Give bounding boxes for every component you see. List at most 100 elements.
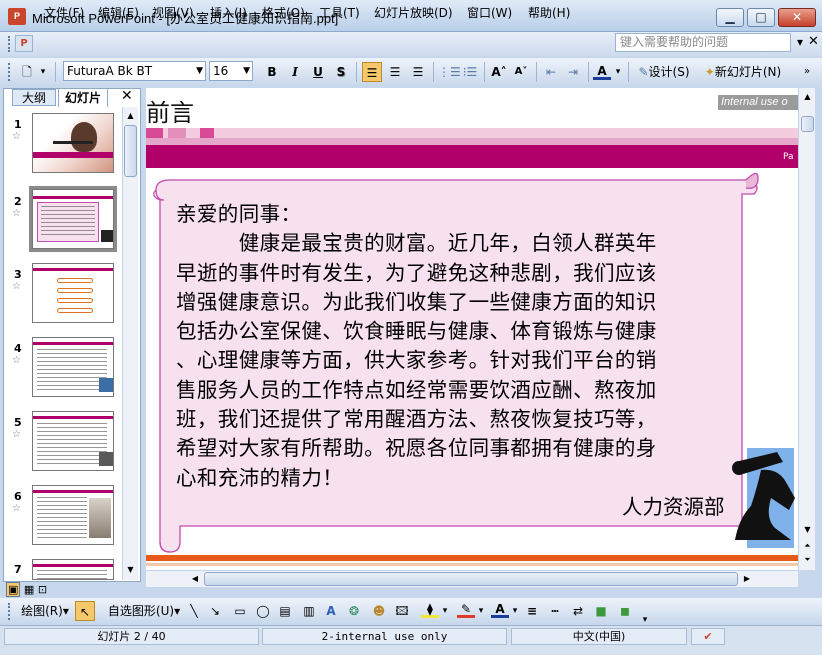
thumbnail-box bbox=[57, 298, 93, 303]
align-center-button[interactable]: ☰ bbox=[385, 62, 405, 82]
scroll-down-icon[interactable]: ▼ bbox=[801, 524, 814, 536]
menu-grip-icon[interactable] bbox=[8, 36, 11, 52]
autoshapes-menu-button[interactable]: 自选图形(U)▾ bbox=[104, 601, 184, 621]
vertical-text-box-icon[interactable]: ▥ bbox=[300, 601, 318, 621]
scroll-down-icon[interactable]: ▼ bbox=[124, 563, 137, 577]
slide-thumbnail-3[interactable] bbox=[32, 263, 114, 323]
help-search-input[interactable]: 键入需要帮助的问题 bbox=[615, 33, 791, 52]
underline-button[interactable]: U bbox=[309, 62, 327, 82]
menu-item[interactable]: 文件(F) bbox=[44, 4, 84, 21]
letter-line: 班，我们还提供了常用醒酒方法、熬夜恢复技巧等， bbox=[176, 407, 657, 432]
scroll-up-icon[interactable]: ▲ bbox=[801, 90, 814, 104]
tab-slides[interactable]: 幻灯片 bbox=[58, 88, 108, 107]
line-color-dropdown-icon[interactable]: ▾ bbox=[476, 601, 486, 621]
normal-view-icon[interactable]: ▣ bbox=[6, 582, 21, 597]
increase-font-size-icon[interactable]: A˄ bbox=[489, 62, 509, 82]
powerpoint-app-icon[interactable]: P bbox=[8, 8, 26, 25]
letter-line: 亲爱的同事： bbox=[176, 202, 302, 226]
decrease-font-size-icon[interactable]: A˅ bbox=[511, 62, 531, 82]
scroll-thumb[interactable] bbox=[801, 116, 814, 132]
minimize-button[interactable]: ▁ bbox=[716, 8, 744, 27]
decrease-indent-icon[interactable]: ⇤ bbox=[541, 62, 561, 82]
doc-close-icon[interactable]: ✕ bbox=[808, 34, 819, 49]
font-color-icon[interactable]: A bbox=[491, 601, 509, 618]
menu-item[interactable]: 编辑(E) bbox=[98, 4, 139, 21]
slide-thumbnail-6[interactable] bbox=[32, 485, 114, 545]
dash-style-icon[interactable]: ┅ bbox=[546, 601, 564, 621]
wordart-icon[interactable]: A bbox=[322, 601, 340, 621]
slides-pane-scrollbar[interactable]: ▲ ▼ bbox=[122, 107, 138, 580]
font-color-icon[interactable]: A bbox=[593, 62, 611, 80]
rectangle-tool-icon[interactable]: ▭ bbox=[231, 601, 249, 621]
toolbar-options-icon[interactable]: » bbox=[800, 62, 814, 82]
arrow-tool-icon[interactable]: ↘ bbox=[207, 601, 223, 621]
diagram-icon[interactable]: ❂ bbox=[345, 601, 363, 621]
menu-item[interactable]: 插入(I) bbox=[210, 4, 247, 21]
tab-outline[interactable]: 大纲 bbox=[12, 89, 56, 106]
slide-title[interactable]: 前言 bbox=[146, 93, 194, 128]
clip-art-icon[interactable]: ☻ bbox=[370, 601, 388, 621]
slide-thumbnail-4[interactable] bbox=[32, 337, 114, 397]
font-color-dropdown-icon[interactable]: ▾ bbox=[510, 601, 520, 621]
numbering-icon[interactable]: ⋮☰ bbox=[438, 62, 461, 82]
select-objects-icon[interactable]: ↖ bbox=[75, 601, 95, 621]
menu-item[interactable]: 窗口(W) bbox=[467, 4, 512, 21]
close-button[interactable]: ✕ bbox=[778, 8, 816, 27]
slide-canvas[interactable]: 前言 Internal use o Pa 亲爱的同事： 健康是最宝贵的财富。近几… bbox=[146, 88, 798, 570]
scroll-thumb[interactable] bbox=[204, 572, 738, 586]
slide-thumbnail-1[interactable] bbox=[32, 113, 114, 173]
scroll-thumb[interactable] bbox=[124, 125, 137, 177]
slide-show-view-icon[interactable]: ⊡ bbox=[38, 583, 47, 596]
oval-tool-icon[interactable]: ◯ bbox=[254, 601, 272, 621]
scroll-up-icon[interactable]: ▲ bbox=[124, 109, 137, 123]
line-tool-icon[interactable]: ╲ bbox=[186, 601, 202, 621]
next-slide-icon[interactable]: ⏷ bbox=[801, 554, 814, 566]
slide-horizontal-scrollbar[interactable]: ◀ ▶ bbox=[146, 570, 798, 587]
new-slide-button[interactable]: ✦新幻灯片(N) bbox=[697, 62, 789, 82]
fill-color-icon[interactable]: ⧫ bbox=[421, 601, 439, 618]
toolbar-grip-icon[interactable] bbox=[8, 63, 11, 81]
bullets-icon[interactable]: ⁝☰ bbox=[460, 62, 480, 82]
menu-item[interactable]: 视图(V) bbox=[152, 4, 194, 21]
draw-menu-button[interactable]: 绘图(R)▾ bbox=[18, 601, 72, 621]
align-left-button[interactable]: ☰ bbox=[362, 62, 382, 82]
slide-thumbnail-2[interactable] bbox=[29, 186, 117, 252]
insert-picture-icon[interactable]: 🖾 bbox=[393, 601, 411, 621]
slide-vertical-scrollbar[interactable]: ▲ ▼ ⏶ ⏷ bbox=[798, 88, 815, 570]
line-color-icon[interactable]: ✎ bbox=[457, 601, 475, 618]
menu-item[interactable]: 幻灯片放映(D) bbox=[374, 4, 453, 21]
help-dropdown-icon[interactable]: ▾ bbox=[797, 35, 803, 49]
slide-thumbnail-7[interactable] bbox=[32, 559, 114, 580]
document-icon[interactable]: P bbox=[15, 35, 33, 52]
toolbar-grip-icon[interactable] bbox=[8, 603, 11, 620]
increase-indent-icon[interactable]: ⇥ bbox=[563, 62, 583, 82]
font-size-select[interactable]: 16 ▼ bbox=[209, 61, 253, 81]
design-button[interactable]: ✎设计(S) bbox=[634, 62, 694, 82]
menu-item[interactable]: 工具(T) bbox=[319, 4, 360, 21]
align-right-button[interactable]: ☰ bbox=[408, 62, 428, 82]
maximize-button[interactable]: □ bbox=[747, 8, 775, 27]
spelling-status-icon[interactable]: ✔ bbox=[691, 628, 725, 645]
letter-body[interactable]: 亲爱的同事： 健康是最宝贵的财富。近几年，白领人群英年 早逝的事件时有发生，为了… bbox=[176, 200, 760, 493]
menu-item[interactable]: 帮助(H) bbox=[528, 4, 570, 21]
new-document-dropdown-icon[interactable]: ▾ bbox=[38, 62, 48, 82]
new-document-icon[interactable]: 🗋 bbox=[18, 62, 36, 82]
font-name-select[interactable]: FuturaA Bk BT ▼ bbox=[63, 61, 206, 81]
slide-sorter-view-icon[interactable]: ▦ bbox=[24, 583, 34, 596]
previous-slide-icon[interactable]: ⏶ bbox=[801, 540, 814, 552]
slide-thumbnail-5[interactable] bbox=[32, 411, 114, 471]
scroll-right-icon[interactable]: ▶ bbox=[740, 572, 754, 586]
3d-style-icon[interactable]: ◼ bbox=[616, 601, 634, 621]
bold-button[interactable]: B bbox=[263, 62, 281, 82]
text-box-icon[interactable]: ▤ bbox=[276, 601, 294, 621]
fill-color-dropdown-icon[interactable]: ▾ bbox=[440, 601, 450, 621]
font-color-dropdown-icon[interactable]: ▾ bbox=[613, 62, 623, 82]
menu-item[interactable]: 格式(O) bbox=[262, 4, 305, 21]
arrow-style-icon[interactable]: ⇄ bbox=[569, 601, 587, 621]
pane-close-icon[interactable]: ✕ bbox=[121, 88, 133, 104]
line-style-icon[interactable]: ≡ bbox=[523, 601, 541, 621]
shadow-style-icon[interactable]: ■ bbox=[592, 601, 610, 621]
scroll-left-icon[interactable]: ◀ bbox=[188, 572, 202, 586]
shadow-button[interactable]: S bbox=[332, 62, 350, 82]
italic-button[interactable]: I bbox=[286, 62, 304, 82]
